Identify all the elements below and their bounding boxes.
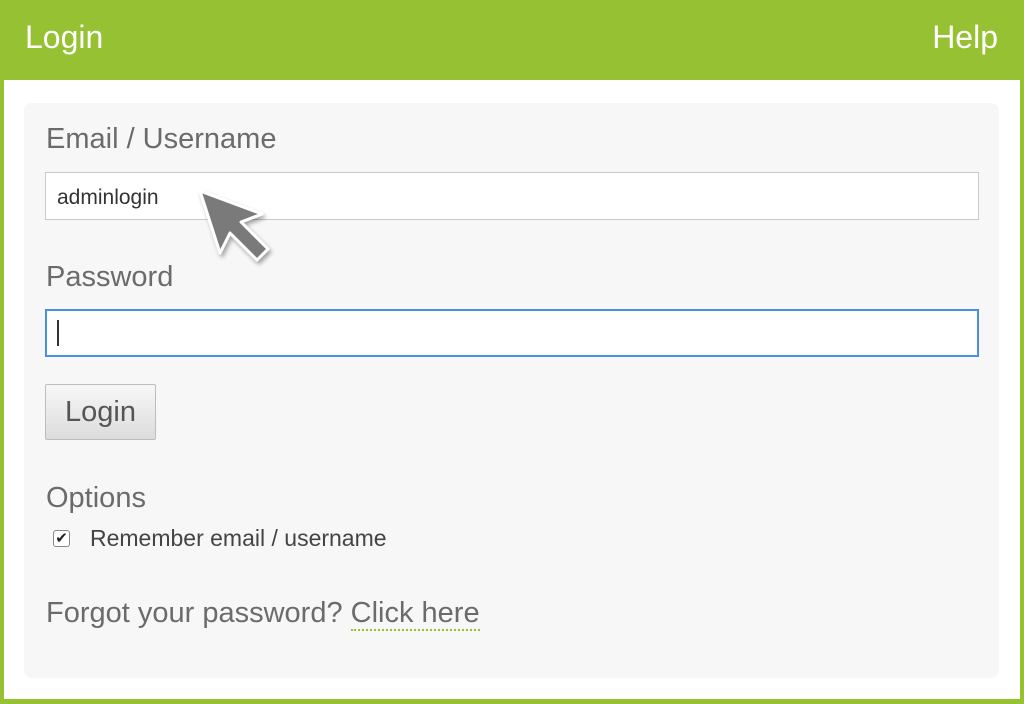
forgot-password-row: Forgot your password? Click here (46, 597, 480, 631)
remember-label[interactable]: Remember email / username (90, 525, 387, 552)
forgot-password-link[interactable]: Click here (350, 597, 480, 631)
mouse-pointer-icon (198, 189, 270, 262)
password-label: Password (46, 261, 174, 293)
header-bar: Login Help (0, 0, 1024, 80)
page-title: Login (25, 19, 104, 55)
checkmark-icon: ✔ (55, 530, 68, 547)
options-heading: Options (46, 482, 146, 514)
remember-checkbox[interactable]: ✔ (53, 530, 70, 547)
login-button[interactable]: Login (45, 384, 156, 440)
text-caret (57, 320, 59, 346)
help-link[interactable]: Help (932, 19, 998, 56)
email-field[interactable]: adminlogin (45, 172, 979, 220)
email-label: Email / Username (46, 123, 277, 155)
forgot-password-text: Forgot your password? (46, 597, 343, 629)
password-field[interactable] (45, 309, 979, 357)
